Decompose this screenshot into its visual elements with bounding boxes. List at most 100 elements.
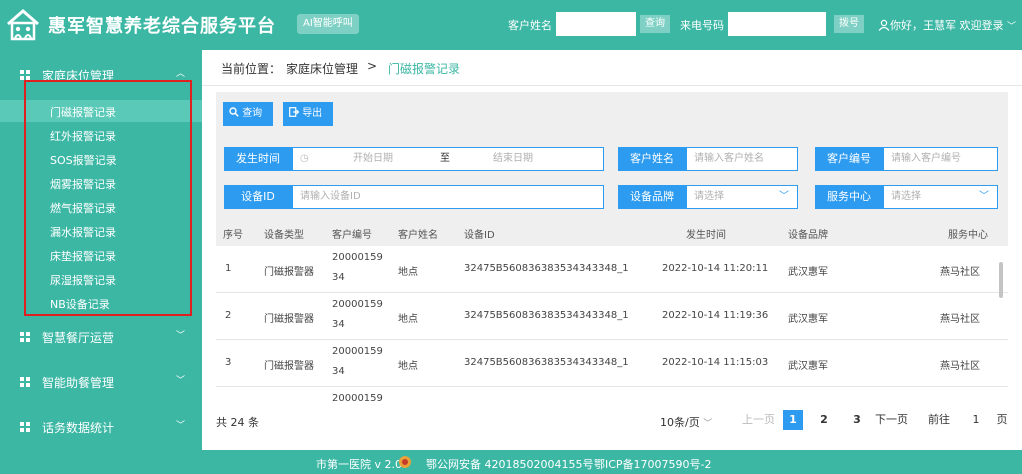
footer-icp-record[interactable]: 鄂ICP备17007590号-2: [594, 456, 712, 472]
cell-customer-id-wrap: 34: [332, 272, 345, 283]
input-placeholder: 请输入客户编号: [891, 153, 961, 164]
service-center-select[interactable]: 请选择 ﹀: [883, 185, 998, 209]
table-scrollbar-thumb[interactable]: [999, 262, 1003, 298]
occur-time-label: 发生时间: [224, 147, 292, 171]
chevron-down-icon: ﹀: [176, 331, 186, 341]
grid-icon: [20, 377, 30, 387]
table-row[interactable]: 20000159: [216, 387, 1008, 402]
cell-customer-id: 20000159: [332, 393, 383, 402]
logo-icon: [7, 9, 39, 41]
sidebar-group-restaurant[interactable]: 智慧餐厅运营 ﹀: [0, 322, 202, 350]
search-button[interactable]: 查询: [223, 102, 273, 126]
sidebar-group-meal-aid[interactable]: 智能助餐管理 ﹀: [0, 367, 202, 395]
select-placeholder: 请选择: [694, 191, 724, 202]
user-menu[interactable]: 你好，王慧军 欢迎登录 ﹀: [878, 17, 1016, 33]
cell-customer-name: 地点: [398, 314, 418, 325]
customer-name-filter-input[interactable]: 请输入客户姓名: [686, 147, 798, 171]
chevron-down-icon: ﹀: [779, 191, 789, 202]
customer-name-input[interactable]: [556, 12, 636, 36]
cell-device-type: 门磁报警器: [264, 267, 314, 278]
chevron-down-icon: ﹀: [1007, 22, 1017, 32]
sidebar-group-label: 话务数据统计: [42, 421, 115, 435]
cell-time: 2022-10-14 11:19:36: [662, 310, 769, 321]
footer-police-record[interactable]: 鄂公网安备 42018502004155号: [426, 456, 593, 472]
page-size-select[interactable]: 10条/页 ﹀: [660, 414, 712, 430]
cell-index: 2: [225, 310, 232, 321]
col-header-device-type: 设备类型: [264, 230, 304, 241]
highlight-annotation-box: [24, 80, 192, 316]
page-button-3[interactable]: 3: [847, 410, 867, 430]
cell-customer-id-wrap: 34: [332, 319, 345, 330]
cell-device-type: 门磁报警器: [264, 361, 314, 372]
footer-version: 市第一医院 v 2.0: [316, 458, 402, 471]
police-badge-icon: [399, 456, 411, 468]
export-button[interactable]: 导出: [283, 102, 333, 126]
service-center-filter-label: 服务中心: [815, 185, 883, 209]
goto-label: 前往: [928, 413, 950, 426]
search-icon: [229, 107, 239, 117]
cell-service-center: 燕马社区: [940, 267, 980, 278]
chevron-down-icon: ﹀: [176, 376, 186, 386]
footer: 市第一医院 v 2.0 鄂公网安备 42018502004155号 鄂ICP备1…: [0, 450, 1022, 474]
caller-number-input[interactable]: [728, 12, 826, 36]
user-greeting: 你好，王慧军 欢迎登录: [890, 19, 1004, 32]
cell-device-id: 32475B560836383534343348_1: [464, 310, 629, 321]
search-button-label: 查询: [242, 108, 263, 119]
date-range-separator: 至: [440, 153, 450, 164]
col-header-customer-id: 客户编号: [332, 230, 372, 241]
cell-customer-id: 20000159: [332, 346, 383, 357]
device-id-filter-input[interactable]: 请输入设备ID: [292, 185, 604, 209]
cell-customer-name: 地点: [398, 267, 418, 278]
cell-device-id: 32475B560836383534343348_1: [464, 263, 629, 274]
chevron-down-icon: ﹀: [703, 419, 713, 429]
cell-service-center: 燕马社区: [940, 361, 980, 372]
cell-customer-id-wrap: 34: [332, 366, 345, 377]
grid-icon: [20, 70, 30, 80]
col-header-customer-name: 客户姓名: [398, 230, 438, 241]
col-header-brand: 设备品牌: [788, 230, 828, 241]
cell-customer-id: 20000159: [332, 299, 383, 310]
cell-brand: 武汉惠军: [788, 361, 828, 372]
table-header: 序号 设备类型 客户编号 客户姓名 设备ID 发生时间 设备品牌 服务中心: [216, 218, 1008, 246]
cell-index: 3: [225, 357, 232, 368]
cell-time: 2022-10-14 11:20:11: [662, 263, 769, 274]
next-page-button[interactable]: 下一页: [875, 410, 908, 430]
col-header-time: 发生时间: [686, 230, 726, 241]
cell-brand: 武汉惠军: [788, 267, 828, 278]
caller-number-label: 来电号码: [680, 19, 724, 32]
query-button[interactable]: 查询: [640, 15, 670, 33]
cell-device-id: 32475B560836383534343348_1: [464, 357, 629, 368]
top-header: 惠军智慧养老综合服务平台 AI智能呼叫 客户姓名 查询 来电号码 拨号 你好，王…: [0, 0, 1022, 50]
customer-id-filter-input[interactable]: 请输入客户编号: [883, 147, 998, 171]
table-row[interactable]: 3 门磁报警器 20000159 34 地点 32475B56083638353…: [216, 340, 1008, 387]
user-icon: [878, 19, 890, 31]
page-button-1[interactable]: 1: [783, 410, 803, 430]
goto-page-input[interactable]: 1: [966, 410, 986, 430]
date-range-input[interactable]: ◷ 开始日期 至 结束日期: [292, 147, 604, 171]
alarm-records-table: 序号 设备类型 客户编号 客户姓名 设备ID 发生时间 设备品牌 服务中心 1 …: [216, 218, 1008, 402]
device-brand-select[interactable]: 请选择 ﹀: [686, 185, 798, 209]
clock-icon: ◷: [300, 153, 309, 164]
cell-index: 1: [225, 263, 232, 274]
table-row[interactable]: 1 门磁报警器 20000159 34 地点 32475B56083638353…: [216, 246, 1008, 293]
chevron-up-icon: ︿: [176, 69, 186, 79]
dial-button[interactable]: 拨号: [834, 15, 864, 33]
table-row[interactable]: 2 门磁报警器 20000159 34 地点 32475B56083638353…: [216, 293, 1008, 340]
customer-name-filter-label: 客户姓名: [618, 147, 686, 171]
cell-customer-id: 20000159: [332, 252, 383, 263]
prev-page-button[interactable]: 上一页: [742, 410, 775, 430]
col-header-index: 序号: [223, 230, 243, 241]
ai-call-button[interactable]: AI智能呼叫: [297, 14, 359, 34]
page-button-2[interactable]: 2: [814, 410, 834, 430]
cell-brand: 武汉惠军: [788, 314, 828, 325]
customer-id-filter-label: 客户编号: [815, 147, 883, 171]
cell-service-center: 燕马社区: [940, 314, 980, 325]
breadcrumb-parent[interactable]: 家庭床位管理: [286, 60, 358, 77]
end-date-placeholder: 结束日期: [493, 153, 533, 164]
app-title: 惠军智慧养老综合服务平台: [48, 16, 276, 37]
page-size-value: 10条/页: [660, 416, 700, 429]
sidebar-group-call-stats[interactable]: 话务数据统计 ﹀: [0, 412, 202, 440]
grid-icon: [20, 422, 30, 432]
sidebar-group-label: 智能助餐管理: [42, 376, 115, 390]
breadcrumb-prefix: 当前位置：: [221, 62, 282, 76]
